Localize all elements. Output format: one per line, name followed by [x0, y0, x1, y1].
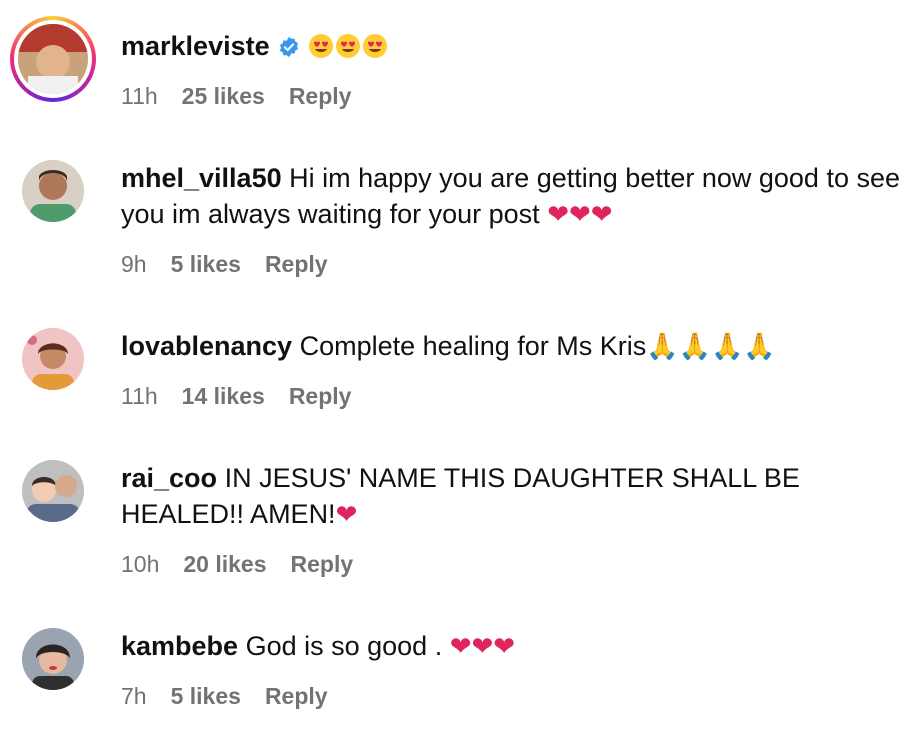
comment-likes[interactable]: 20 likes [183, 551, 266, 578]
avatar[interactable] [22, 460, 84, 522]
heart-emoji-icon: ❤❤❤ [547, 200, 613, 230]
comment-body: kambebe God is so good . ❤❤❤ [121, 628, 901, 665]
comment-likes[interactable]: 5 likes [171, 683, 241, 710]
heart-emoji-icon: ❤❤❤ [449, 632, 516, 662]
comment-likes[interactable]: 14 likes [182, 383, 265, 410]
avatar[interactable] [22, 328, 84, 390]
comment-likes[interactable]: 25 likes [182, 83, 265, 110]
comment-likes[interactable]: 5 likes [171, 251, 241, 278]
avatar[interactable] [22, 628, 84, 690]
comment-text: God is so good . [245, 631, 443, 661]
comment-username[interactable]: rai_coo [121, 463, 217, 493]
comment-username[interactable]: kambebe [121, 631, 238, 661]
comment-time[interactable]: 7h [121, 683, 147, 710]
story-ring[interactable] [10, 16, 96, 102]
heart-eyes-emoji-icon [362, 34, 387, 58]
comment-text: Complete healing for Ms Kris [299, 331, 647, 361]
reply-button[interactable]: Reply [291, 551, 354, 578]
comment-body: rai_coo IN JESUS' NAME THIS DAUGHTER SHA… [121, 460, 901, 533]
comment-meta: 11h 25 likes Reply [121, 83, 375, 110]
comment-meta: 11h 14 likes Reply [121, 383, 375, 410]
comment-meta: 9h 5 likes Reply [121, 251, 352, 278]
comment-body: markleviste [121, 28, 901, 64]
comment-time[interactable]: 10h [121, 551, 159, 578]
heart-emoji-icon: ❤ [335, 500, 358, 530]
heart-eyes-emoji-icon [335, 34, 360, 58]
comment-body: mhel_villa50 Hi im happy you are getting… [121, 160, 901, 233]
comment-username[interactable]: lovablenancy [121, 331, 292, 361]
comment-time[interactable]: 11h [121, 383, 158, 410]
comment-username[interactable]: markleviste [121, 31, 270, 61]
reply-button[interactable]: Reply [289, 383, 352, 410]
praying-hands-emoji-icon: 🙏🙏🙏🙏 [646, 332, 776, 362]
comment-text: IN JESUS' NAME THIS DAUGHTER SHALL BE HE… [121, 463, 800, 529]
comment-time[interactable]: 11h [121, 83, 158, 110]
heart-eyes-emoji-icon [308, 34, 333, 58]
comment-body: lovablenancy Complete healing for Ms Kri… [121, 328, 901, 365]
avatar[interactable] [22, 160, 84, 222]
reply-button[interactable]: Reply [265, 251, 328, 278]
comment-username[interactable]: mhel_villa50 [121, 163, 282, 193]
comment-time[interactable]: 9h [121, 251, 147, 278]
comment-meta: 7h 5 likes Reply [121, 683, 352, 710]
avatar[interactable] [18, 24, 88, 94]
reply-button[interactable]: Reply [289, 83, 352, 110]
verified-badge-icon [279, 36, 298, 58]
reply-button[interactable]: Reply [265, 683, 328, 710]
comment-meta: 10h 20 likes Reply [121, 551, 377, 578]
